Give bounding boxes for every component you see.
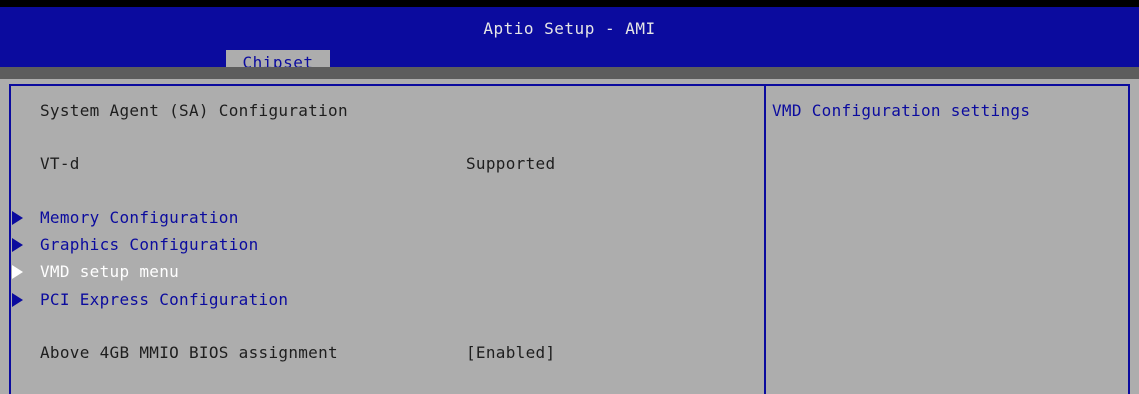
help-panel-divider [764, 84, 766, 394]
right-triangle-icon [12, 293, 23, 307]
mmio-label: Above 4GB MMIO BIOS assignment [40, 343, 338, 362]
bios-setup-screen: Aptio Setup - AMI Chipset System Agent (… [0, 0, 1139, 394]
mmio-value[interactable]: [Enabled] [466, 343, 555, 363]
submenu-memory-configuration[interactable]: Memory Configuration [40, 208, 239, 228]
vtd-value: Supported [466, 154, 556, 173]
right-triangle-icon [12, 211, 23, 225]
submenu-graphics-configuration[interactable]: Graphics Configuration [40, 235, 259, 255]
help-text: VMD Configuration settings [772, 101, 1031, 120]
header-bar: Aptio Setup - AMI Chipset [0, 7, 1139, 75]
header-separator [0, 67, 1139, 79]
vtd-label: VT-d [40, 154, 80, 173]
top-strip [0, 0, 1139, 7]
panel-border-top [9, 84, 1130, 86]
submenu-vmd-setup-menu[interactable]: VMD setup menu [40, 262, 179, 282]
submenu-pci-express-configuration[interactable]: PCI Express Configuration [40, 290, 288, 310]
panel-border-left [9, 84, 11, 394]
right-triangle-icon [12, 265, 23, 279]
right-triangle-icon [12, 238, 23, 252]
app-title: Aptio Setup - AMI [483, 19, 656, 38]
panel-border-right [1128, 84, 1130, 394]
section-title: System Agent (SA) Configuration [40, 101, 348, 120]
